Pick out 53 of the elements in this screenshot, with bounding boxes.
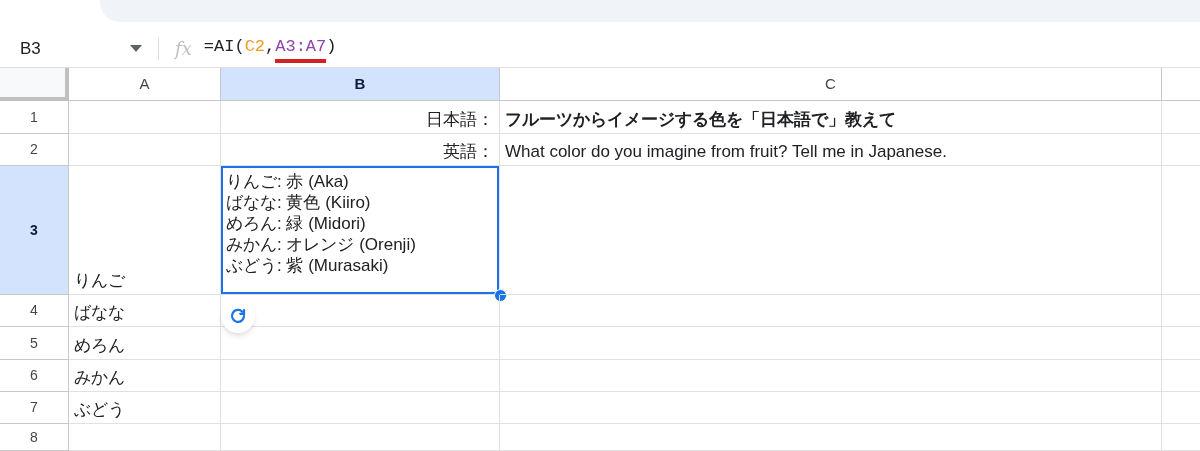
cell-text: めろん	[73, 335, 126, 357]
table-cell[interactable]	[69, 134, 221, 166]
fx-label: fx	[175, 37, 192, 61]
table-cell[interactable]: みかん	[69, 360, 221, 392]
row-header[interactable]: 3	[0, 166, 69, 295]
dropdown-caret-icon	[130, 45, 142, 52]
refresh-icon	[229, 307, 247, 325]
table-cell[interactable]	[500, 424, 1162, 451]
table-cell[interactable]	[500, 295, 1162, 327]
table-cell[interactable]: What color do you imagine from fruit? Tell me in Japanese.	[500, 134, 1162, 166]
table-cell[interactable]: 英語：	[221, 134, 500, 166]
table-cell[interactable]	[69, 101, 221, 134]
corner-header[interactable]	[0, 68, 69, 101]
cell-text: りんご	[73, 270, 126, 292]
cell-text: 日本語：	[425, 109, 495, 131]
fill-handle[interactable]	[494, 289, 507, 302]
table-cell[interactable]	[69, 424, 221, 451]
table-cell[interactable]	[500, 166, 1162, 295]
table-cell[interactable]: りんご	[69, 166, 221, 295]
table-cell[interactable]	[500, 327, 1162, 360]
cell-text: 英語：	[442, 141, 495, 163]
row-header[interactable]: 8	[0, 424, 69, 451]
table-cell[interactable]	[221, 392, 500, 424]
column-header[interactable]: A	[69, 68, 221, 101]
cell-text: フルーツからイメージする色を「日本語で」教えて	[504, 109, 897, 131]
table-cell[interactable]	[221, 327, 500, 360]
row-header[interactable]: 4	[0, 295, 69, 327]
table-cell[interactable]	[221, 360, 500, 392]
column-header[interactable]: B	[221, 68, 500, 101]
formula-field[interactable]: =AI(C2,A3:A7)	[203, 33, 337, 64]
table-cell[interactable]: りんご: 赤 (Aka) ばなな: 黄色 (Kiiro) めろん: 緑 (Midori) みかん: オレンジ (Orenji) ぶどう: 紫 (Murasaki)	[221, 166, 500, 295]
row-header[interactable]: 2	[0, 134, 69, 166]
refresh-tooltip[interactable]	[221, 299, 255, 333]
cell-text: りんご: 赤 (Aka) ばなな: 黄色 (Kiiro) めろん: 緑 (Midori) みかん: オレンジ (Orenji) ぶどう: 紫 (Murasaki)	[225, 171, 417, 277]
cell-text: みかん	[73, 367, 126, 389]
name-box[interactable]: B3	[0, 30, 158, 67]
table-cell[interactable]	[500, 392, 1162, 424]
row-header[interactable]: 6	[0, 360, 69, 392]
row-header[interactable]: 5	[0, 327, 69, 360]
table-cell[interactable]	[221, 295, 500, 327]
table-cell[interactable]	[500, 360, 1162, 392]
cell-text: What color do you imagine from fruit? Tell me in Japanese.	[504, 141, 948, 163]
table-cell[interactable]: めろん	[69, 327, 221, 360]
column-header[interactable]: C	[500, 68, 1162, 101]
row-header[interactable]: 1	[0, 101, 69, 134]
table-cell[interactable]: ばなな	[69, 295, 221, 327]
table-cell[interactable]: 日本語：	[221, 101, 500, 134]
cell-text: ばなな	[73, 302, 126, 324]
row-header[interactable]: 7	[0, 392, 69, 424]
table-cell[interactable]: フルーツからイメージする色を「日本語で」教えて	[500, 101, 1162, 134]
cell-text: ぶどう	[73, 399, 126, 421]
table-cell[interactable]	[221, 424, 500, 451]
table-cell[interactable]: ぶどう	[69, 392, 221, 424]
